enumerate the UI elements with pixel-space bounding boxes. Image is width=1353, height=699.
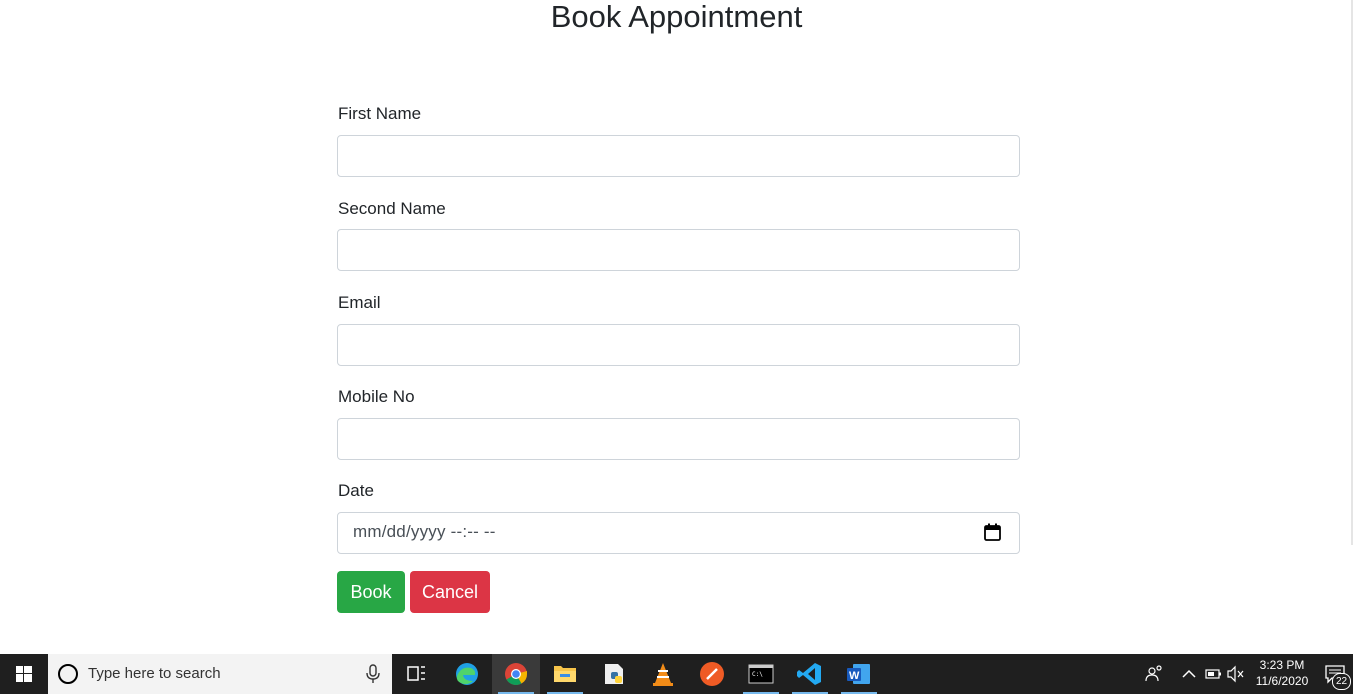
page-title: Book Appointment (550, 0, 803, 34)
first-name-input[interactable] (337, 135, 1020, 177)
email-input[interactable] (337, 324, 1020, 366)
file-explorer-icon[interactable] (541, 654, 589, 694)
system-clock[interactable]: 3:23 PM 11/6/2020 (1250, 657, 1314, 689)
chevron-up-icon[interactable] (1180, 654, 1198, 694)
vlc-icon[interactable] (639, 654, 687, 694)
taskbar: Type here to search C:\ W 3:23 PM 11/6/2… (0, 654, 1353, 694)
calendar-icon[interactable] (984, 523, 1001, 541)
date-label: Date (338, 481, 374, 500)
microphone-icon[interactable] (364, 664, 382, 684)
notification-count-badge: 22 (1332, 673, 1351, 690)
volume-muted-icon[interactable] (1226, 654, 1246, 694)
mobile-label: Mobile No (338, 387, 415, 406)
cortana-icon (58, 664, 78, 684)
svg-text:C:\: C:\ (752, 671, 763, 678)
clock-date: 11/6/2020 (1255, 674, 1309, 688)
date-input[interactable]: mm/dd/yyyy --:-- -- (337, 512, 1020, 554)
postman-icon[interactable] (688, 654, 736, 694)
mobile-input[interactable] (337, 418, 1020, 460)
svg-text:W: W (849, 670, 860, 682)
edge-icon[interactable] (443, 654, 491, 694)
page: Book Appointment First Name Second Name … (0, 0, 1353, 654)
task-view-icon[interactable] (392, 654, 440, 694)
email-label: Email (338, 293, 381, 312)
cancel-button[interactable]: Cancel (410, 571, 490, 613)
vscode-icon[interactable] (786, 654, 834, 694)
python-file-icon[interactable] (590, 654, 638, 694)
second-name-label: Second Name (338, 199, 446, 218)
word-icon[interactable]: W (835, 654, 883, 694)
windows-icon (16, 666, 32, 682)
first-name-label: First Name (338, 104, 422, 123)
taskbar-search[interactable]: Type here to search (48, 654, 392, 694)
search-placeholder: Type here to search (88, 665, 221, 682)
action-center-button[interactable]: 22 (1318, 654, 1353, 694)
book-button[interactable]: Book (337, 571, 405, 613)
date-placeholder: mm/dd/yyyy --:-- -- (353, 522, 496, 541)
chrome-icon[interactable] (492, 654, 540, 694)
start-button[interactable] (0, 654, 48, 694)
clock-time: 3:23 PM (1259, 658, 1305, 672)
battery-icon[interactable] (1204, 654, 1224, 694)
people-icon[interactable] (1143, 654, 1167, 694)
terminal-icon[interactable]: C:\ (737, 654, 785, 694)
second-name-input[interactable] (337, 229, 1020, 271)
